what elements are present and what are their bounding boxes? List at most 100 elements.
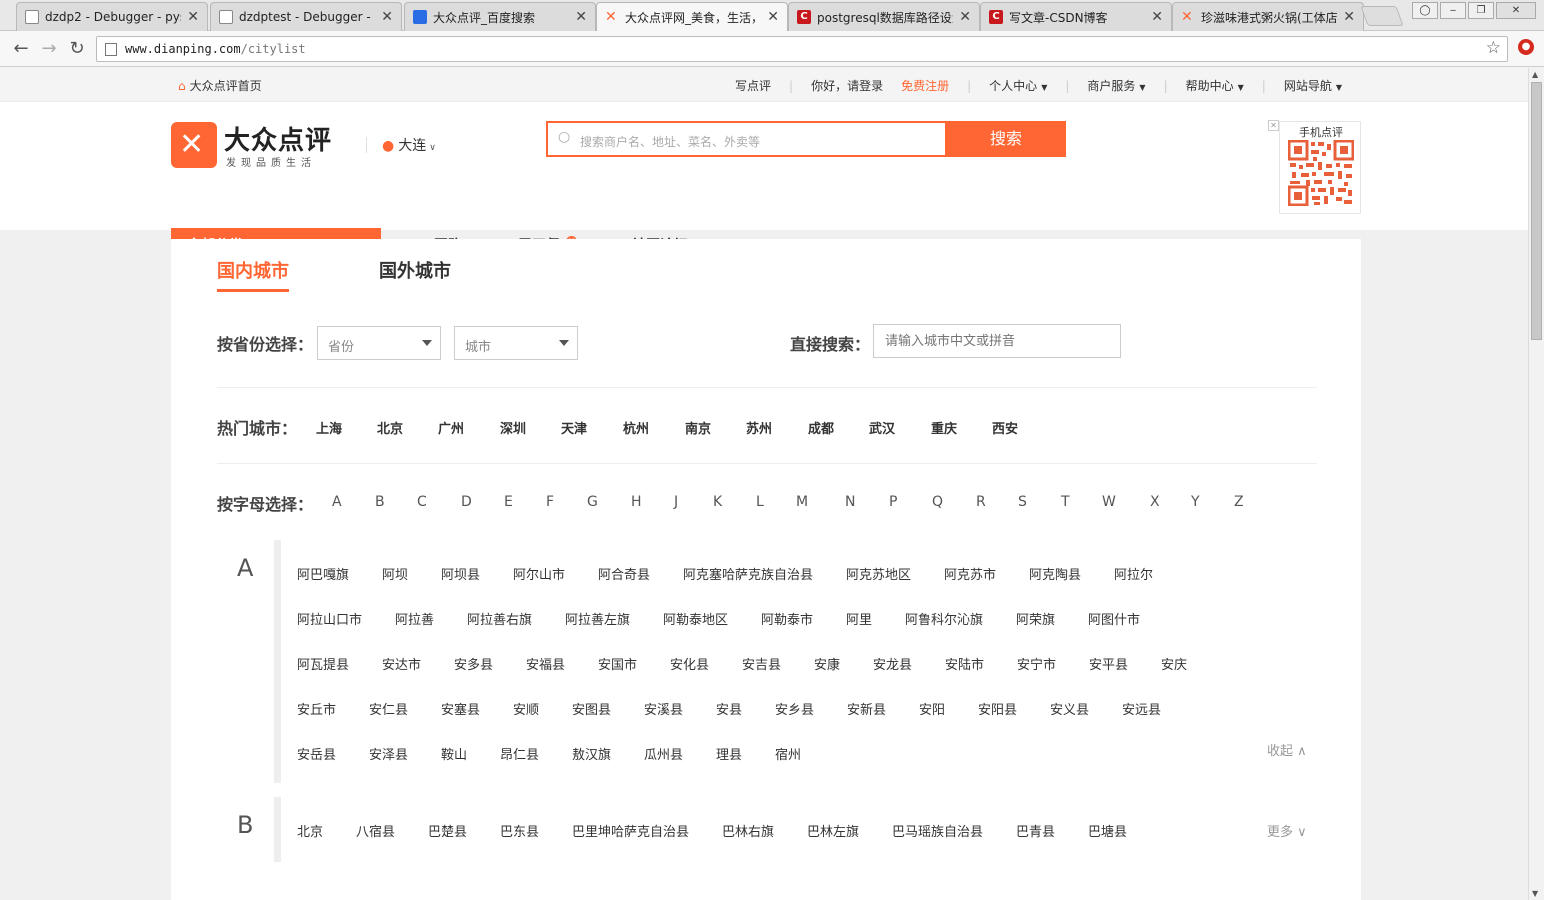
letter-filter-link[interactable]: S [1018,494,1027,510]
city-link[interactable]: 安康 [814,654,840,673]
city-link[interactable]: 阿坝 [382,564,408,583]
hot-city-link[interactable]: 苏州 [746,418,772,437]
hot-city-link[interactable]: 北京 [377,418,403,437]
city-link[interactable]: 安龙县 [873,654,912,673]
city-link[interactable]: 安阳 [919,699,945,718]
city-link[interactable]: 安仁县 [369,699,408,718]
merchant-service-menu[interactable]: 商户服务 ▼ [1087,77,1145,94]
hot-city-link[interactable]: 杭州 [623,418,649,437]
city-link[interactable]: 理县 [716,744,742,763]
city-link[interactable]: 阿拉山口市 [297,609,362,628]
city-link[interactable]: 阿坝县 [441,564,480,583]
city-link[interactable]: 阿巴嘎旗 [297,564,349,583]
close-tab-icon[interactable]: ✕ [1151,9,1163,25]
hot-city-link[interactable]: 深圳 [500,418,526,437]
search-button[interactable]: 搜索 [946,121,1066,157]
province-select[interactable]: 省份 [317,326,441,360]
city-link[interactable]: 安塞县 [441,699,480,718]
minimize-button[interactable]: ‒ [1440,2,1466,19]
city-link[interactable]: 安国市 [598,654,637,673]
city-link[interactable]: 安平县 [1089,654,1128,673]
city-link[interactable]: 安远县 [1122,699,1161,718]
city-link[interactable]: 敖汉旗 [572,744,611,763]
letter-filter-link[interactable]: C [417,494,427,510]
city-link[interactable]: 安吉县 [742,654,781,673]
city-link[interactable]: 阿鲁科尔沁旗 [905,609,983,628]
letter-filter-link[interactable]: B [375,494,385,510]
close-icon[interactable]: ✕ [1268,120,1279,131]
browser-tab[interactable]: dzdptest - Debugger - pyspider ✕ [210,2,402,31]
city-link[interactable]: 阿拉善 [395,609,434,628]
write-review-link[interactable]: 写点评 [735,77,771,94]
hot-city-link[interactable]: 广州 [438,418,464,437]
city-link[interactable]: 北京 [297,821,323,840]
city-link[interactable]: 安陆市 [945,654,984,673]
register-link[interactable]: 免费注册 [901,77,949,94]
letter-filter-link[interactable]: J [674,494,678,510]
back-button[interactable]: ← [10,38,32,60]
city-link[interactable]: 巴青县 [1016,821,1055,840]
browser-tab[interactable]: Cpostgresql数据库路径设置 ✕ [788,2,980,31]
city-link[interactable]: 安化县 [670,654,709,673]
close-tab-icon[interactable]: ✕ [1343,9,1355,25]
logo-text[interactable]: 大众点评 [224,120,332,157]
login-link[interactable]: 你好，请登录 [811,77,883,94]
city-link[interactable]: 阿克塞哈萨克族自治县 [683,564,813,583]
browser-tab[interactable]: 大众点评_百度搜索 ✕ [404,2,596,31]
help-center-menu[interactable]: 帮助中心 ▼ [1186,77,1244,94]
letter-filter-link[interactable]: R [976,494,986,510]
city-link[interactable]: 瓜州县 [644,744,683,763]
city-link[interactable]: 巴东县 [500,821,539,840]
city-link[interactable]: 鞍山 [441,744,467,763]
letter-filter-link[interactable]: Y [1191,494,1200,510]
tab-foreign-cities[interactable]: 国外城市 [379,257,451,283]
scroll-up-icon[interactable]: ▲ [1532,70,1538,79]
city-link[interactable]: 安泽县 [369,744,408,763]
browser-tab[interactable]: dzdp2 - Debugger - pyspider ✕ [16,2,208,31]
letter-filter-link[interactable]: L [756,494,764,510]
site-nav-menu[interactable]: 网站导航 ▼ [1284,77,1342,94]
scrollbar-thumb[interactable] [1531,82,1542,340]
hot-city-link[interactable]: 西安 [992,418,1018,437]
search-input[interactable]: ○ 搜索商户名、地址、菜名、外卖等 [546,121,947,157]
forward-button[interactable]: → [38,38,60,60]
city-select[interactable]: 城市 [454,326,578,360]
city-link[interactable]: 安县 [716,699,742,718]
city-link[interactable]: 安溪县 [644,699,683,718]
letter-filter-link[interactable]: M [796,494,808,510]
city-link[interactable]: 安宁市 [1017,654,1056,673]
letter-filter-link[interactable]: H [631,494,642,510]
collapse-toggle[interactable]: 收起 ∧ [1267,740,1307,759]
letter-filter-link[interactable]: N [845,494,855,510]
city-link[interactable]: 安图县 [572,699,611,718]
city-link[interactable]: 安顺 [513,699,539,718]
letter-filter-link[interactable]: D [461,494,472,510]
city-link[interactable]: 安达市 [382,654,421,673]
letter-filter-link[interactable]: W [1102,494,1116,510]
city-link[interactable]: 安多县 [454,654,493,673]
city-link[interactable]: 阿瓦提县 [297,654,349,673]
close-tab-icon[interactable]: ✕ [381,9,393,25]
letter-filter-link[interactable]: X [1150,494,1160,510]
city-link[interactable]: 八宿县 [356,821,395,840]
city-link[interactable]: 阿克苏市 [944,564,996,583]
letter-filter-link[interactable]: P [889,494,897,510]
city-link[interactable]: 阿克苏地区 [846,564,911,583]
new-tab-button[interactable] [1360,6,1404,26]
city-switcher[interactable]: ● 大连 ∨ [382,135,436,155]
city-link[interactable]: 安乡县 [775,699,814,718]
city-link[interactable]: 阿合奇县 [598,564,650,583]
city-link[interactable]: 巴里坤哈萨克自治县 [572,821,689,840]
city-link[interactable]: 巴楚县 [428,821,467,840]
city-link[interactable]: 巴林右旗 [722,821,774,840]
city-link[interactable]: 安新县 [847,699,886,718]
city-link[interactable]: 阿荣旗 [1016,609,1055,628]
city-link[interactable]: 阿图什市 [1088,609,1140,628]
hot-city-link[interactable]: 天津 [561,418,587,437]
city-link[interactable]: 安岳县 [297,744,336,763]
browser-tab[interactable]: ✕ 大众点评网_美食，生活，团购 ✕ [596,2,788,31]
letter-filter-link[interactable]: G [587,494,598,510]
city-link[interactable]: 阿里 [846,609,872,628]
city-link[interactable]: 安丘市 [297,699,336,718]
hot-city-link[interactable]: 武汉 [869,418,895,437]
